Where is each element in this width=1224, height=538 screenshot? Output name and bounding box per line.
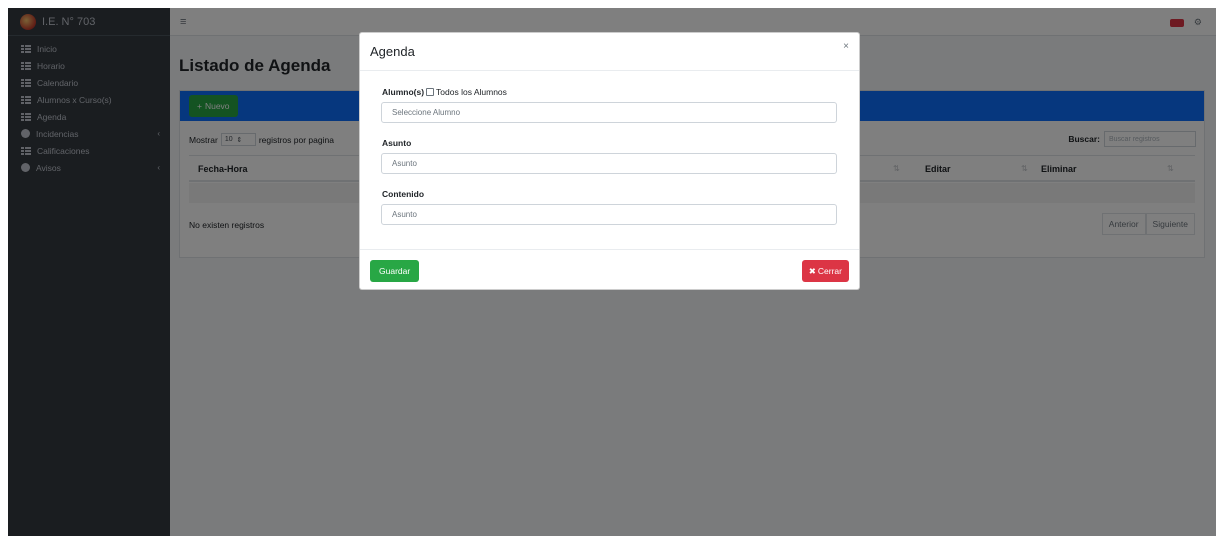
modal-footer: Guardar ✖ Cerrar xyxy=(360,250,859,291)
modal-header: Agenda × xyxy=(360,33,859,71)
modal-title: Agenda xyxy=(370,44,415,59)
modal-body: Alumno(s) Todos los Alumnos Seleccione A… xyxy=(360,71,859,250)
content-input[interactable]: Asunto xyxy=(381,204,837,225)
subject-label: Asunto xyxy=(382,138,412,148)
subject-input[interactable]: Asunto xyxy=(381,153,837,174)
students-select[interactable]: Seleccione Alumno xyxy=(381,102,837,123)
students-label: Alumno(s) xyxy=(382,87,425,97)
close-button[interactable]: ✖ Cerrar xyxy=(801,260,849,282)
all-students-label: Todos los Alumnos xyxy=(436,87,507,97)
students-label-row: Alumno(s) Todos los Alumnos xyxy=(382,87,507,97)
app-frame: I.E. N° 703 Inicio Horario Calendario Al… xyxy=(8,8,1216,536)
save-button[interactable]: Guardar xyxy=(370,260,420,282)
content-label: Contenido xyxy=(382,189,425,199)
all-students-checkbox[interactable] xyxy=(426,88,435,96)
agenda-modal: Agenda × Alumno(s) Todos los Alumnos Sel… xyxy=(359,32,860,290)
close-x-icon: ✖ xyxy=(808,265,816,276)
close-icon[interactable]: × xyxy=(843,41,849,52)
close-button-label: Cerrar xyxy=(817,266,842,276)
